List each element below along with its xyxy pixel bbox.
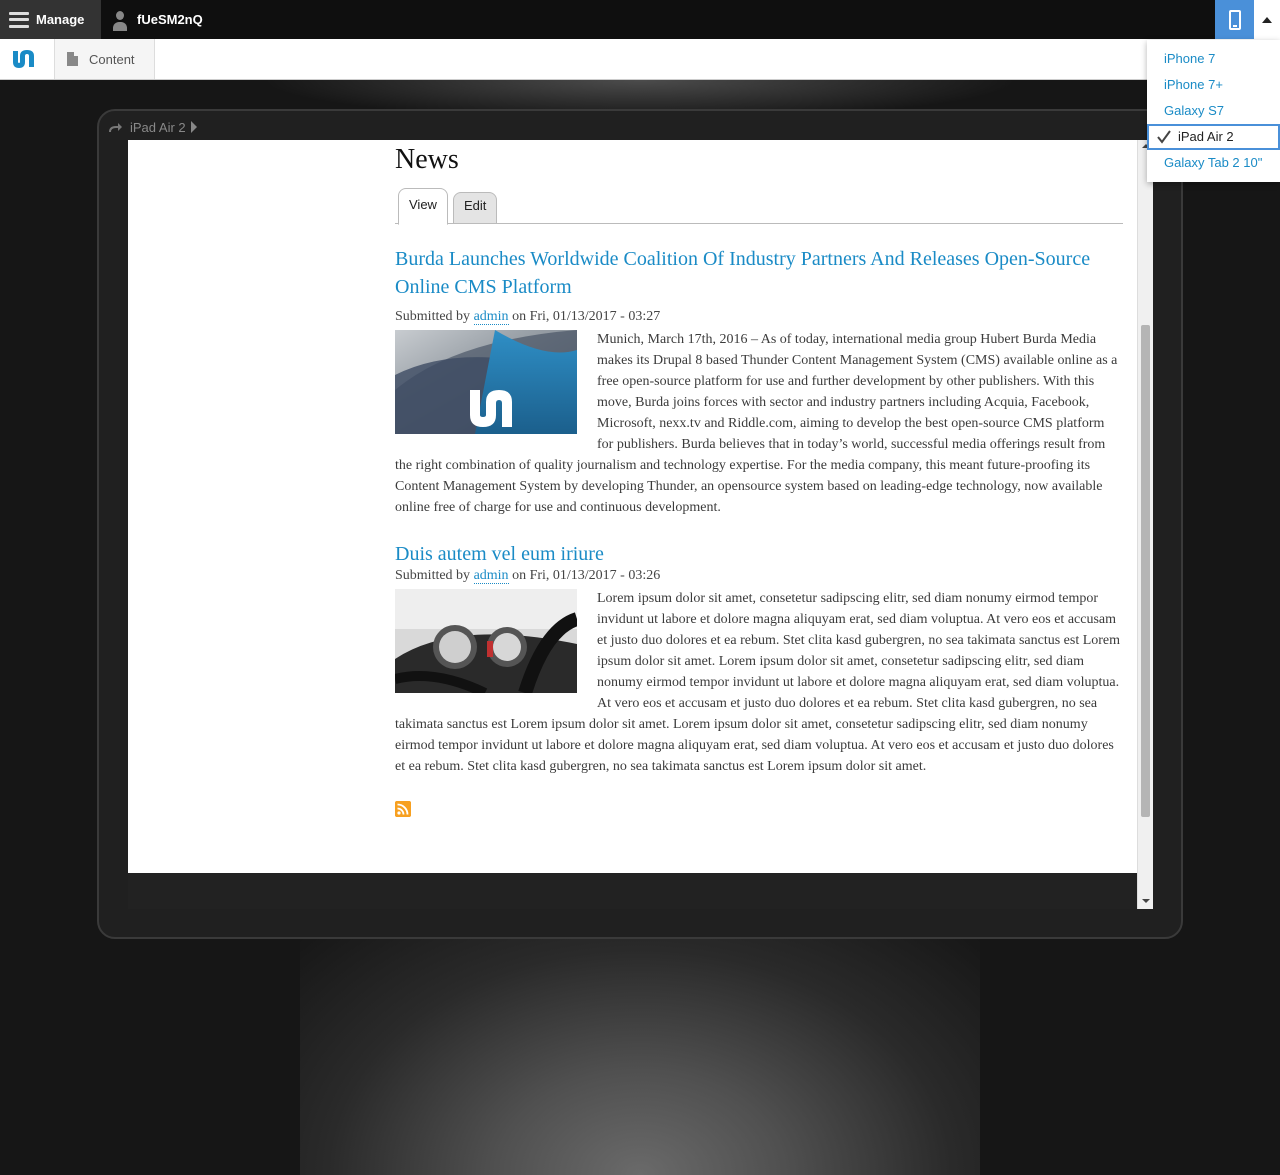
- article-image[interactable]: [395, 589, 577, 693]
- phone-icon: [1228, 9, 1241, 30]
- device-option-iphone-7[interactable]: iPhone 7: [1147, 46, 1280, 72]
- page-content: News View Edit Burda Launches Worldwide …: [395, 140, 1123, 822]
- submitted-prefix: Submitted by: [395, 568, 471, 583]
- hamburger-icon: [9, 11, 29, 28]
- article-date: on Fri, 01/13/2017 - 03:26: [512, 568, 661, 583]
- article-image-graphic: [395, 330, 577, 434]
- page-footer: [128, 873, 1137, 909]
- thunder-logo-icon: [13, 50, 34, 68]
- submitted-prefix: Submitted by: [395, 309, 471, 324]
- tab-edit[interactable]: Edit: [453, 192, 498, 224]
- article-title-link[interactable]: Burda Launches Worldwide Coalition Of In…: [395, 245, 1123, 301]
- device-screen: News View Edit Burda Launches Worldwide …: [128, 140, 1153, 909]
- scroll-thumb[interactable]: [1141, 325, 1150, 817]
- responsive-preview-button[interactable]: [1215, 0, 1254, 39]
- ambient-glow-bottom: [300, 930, 980, 1175]
- manage-label: Manage: [36, 12, 85, 27]
- article-date: on Fri, 01/13/2017 - 03:27: [512, 309, 661, 324]
- feed-icons: [395, 777, 1123, 822]
- toolbar-tray: Content: [0, 39, 1280, 80]
- device-option-iphone-7-plus[interactable]: iPhone 7+: [1147, 72, 1280, 98]
- article-image[interactable]: [395, 330, 577, 434]
- scroll-down-arrow[interactable]: [1142, 899, 1150, 903]
- author-link[interactable]: admin: [473, 309, 509, 325]
- device-menu-toggle[interactable]: [1254, 0, 1280, 39]
- article-teaser: Burda Launches Worldwide Coalition Of In…: [395, 245, 1123, 518]
- caret-up-icon: [1262, 16, 1272, 23]
- article-meta: Submitted by admin on Fri, 01/13/2017 - …: [395, 307, 1123, 327]
- device-option-galaxy-s7[interactable]: Galaxy S7: [1147, 98, 1280, 124]
- caret-right-icon: [190, 121, 197, 133]
- rss-icon[interactable]: [395, 801, 411, 817]
- content-label: Content: [89, 51, 135, 67]
- screen-scrollbar[interactable]: [1137, 140, 1153, 909]
- device-label-text: iPad Air 2: [130, 119, 186, 135]
- rotate-icon[interactable]: [107, 121, 123, 133]
- manage-button[interactable]: Manage: [0, 0, 101, 39]
- user-menu-button[interactable]: fUeSM2nQ: [101, 0, 203, 39]
- home-logo-link[interactable]: [0, 39, 55, 79]
- device-menu: iPhone 7 iPhone 7+ Galaxy S7 iPad Air 2 …: [1147, 40, 1280, 182]
- user-label: fUeSM2nQ: [137, 12, 203, 27]
- device-option-label: iPad Air 2: [1178, 129, 1234, 144]
- user-icon: [111, 10, 129, 31]
- checkmark-icon: [1157, 130, 1171, 144]
- article-teaser: Duis autem vel eum iriure Submitted by a…: [395, 540, 1123, 777]
- admin-toolbar: Manage fUeSM2nQ: [0, 0, 1280, 39]
- device-option-galaxy-tab-2[interactable]: Galaxy Tab 2 10": [1147, 150, 1280, 176]
- article-title-link[interactable]: Duis autem vel eum iriure: [395, 540, 1123, 568]
- device-option-ipad-air-2[interactable]: iPad Air 2: [1147, 124, 1280, 150]
- tab-view[interactable]: View: [398, 188, 448, 225]
- article-body: Munich, March 17th, 2016 – As of today, …: [395, 329, 1123, 518]
- document-icon: [67, 52, 78, 66]
- article-body: Lorem ipsum dolor sit amet, consetetur s…: [395, 588, 1123, 777]
- device-label[interactable]: iPad Air 2: [107, 117, 197, 137]
- author-link[interactable]: admin: [473, 568, 509, 584]
- local-tasks: View Edit: [395, 186, 1123, 225]
- article-image-graphic: [395, 589, 577, 693]
- page-title: News: [395, 144, 459, 175]
- article-meta: Submitted by admin on Fri, 01/13/2017 - …: [395, 566, 1123, 586]
- content-menu-link[interactable]: Content: [55, 39, 155, 79]
